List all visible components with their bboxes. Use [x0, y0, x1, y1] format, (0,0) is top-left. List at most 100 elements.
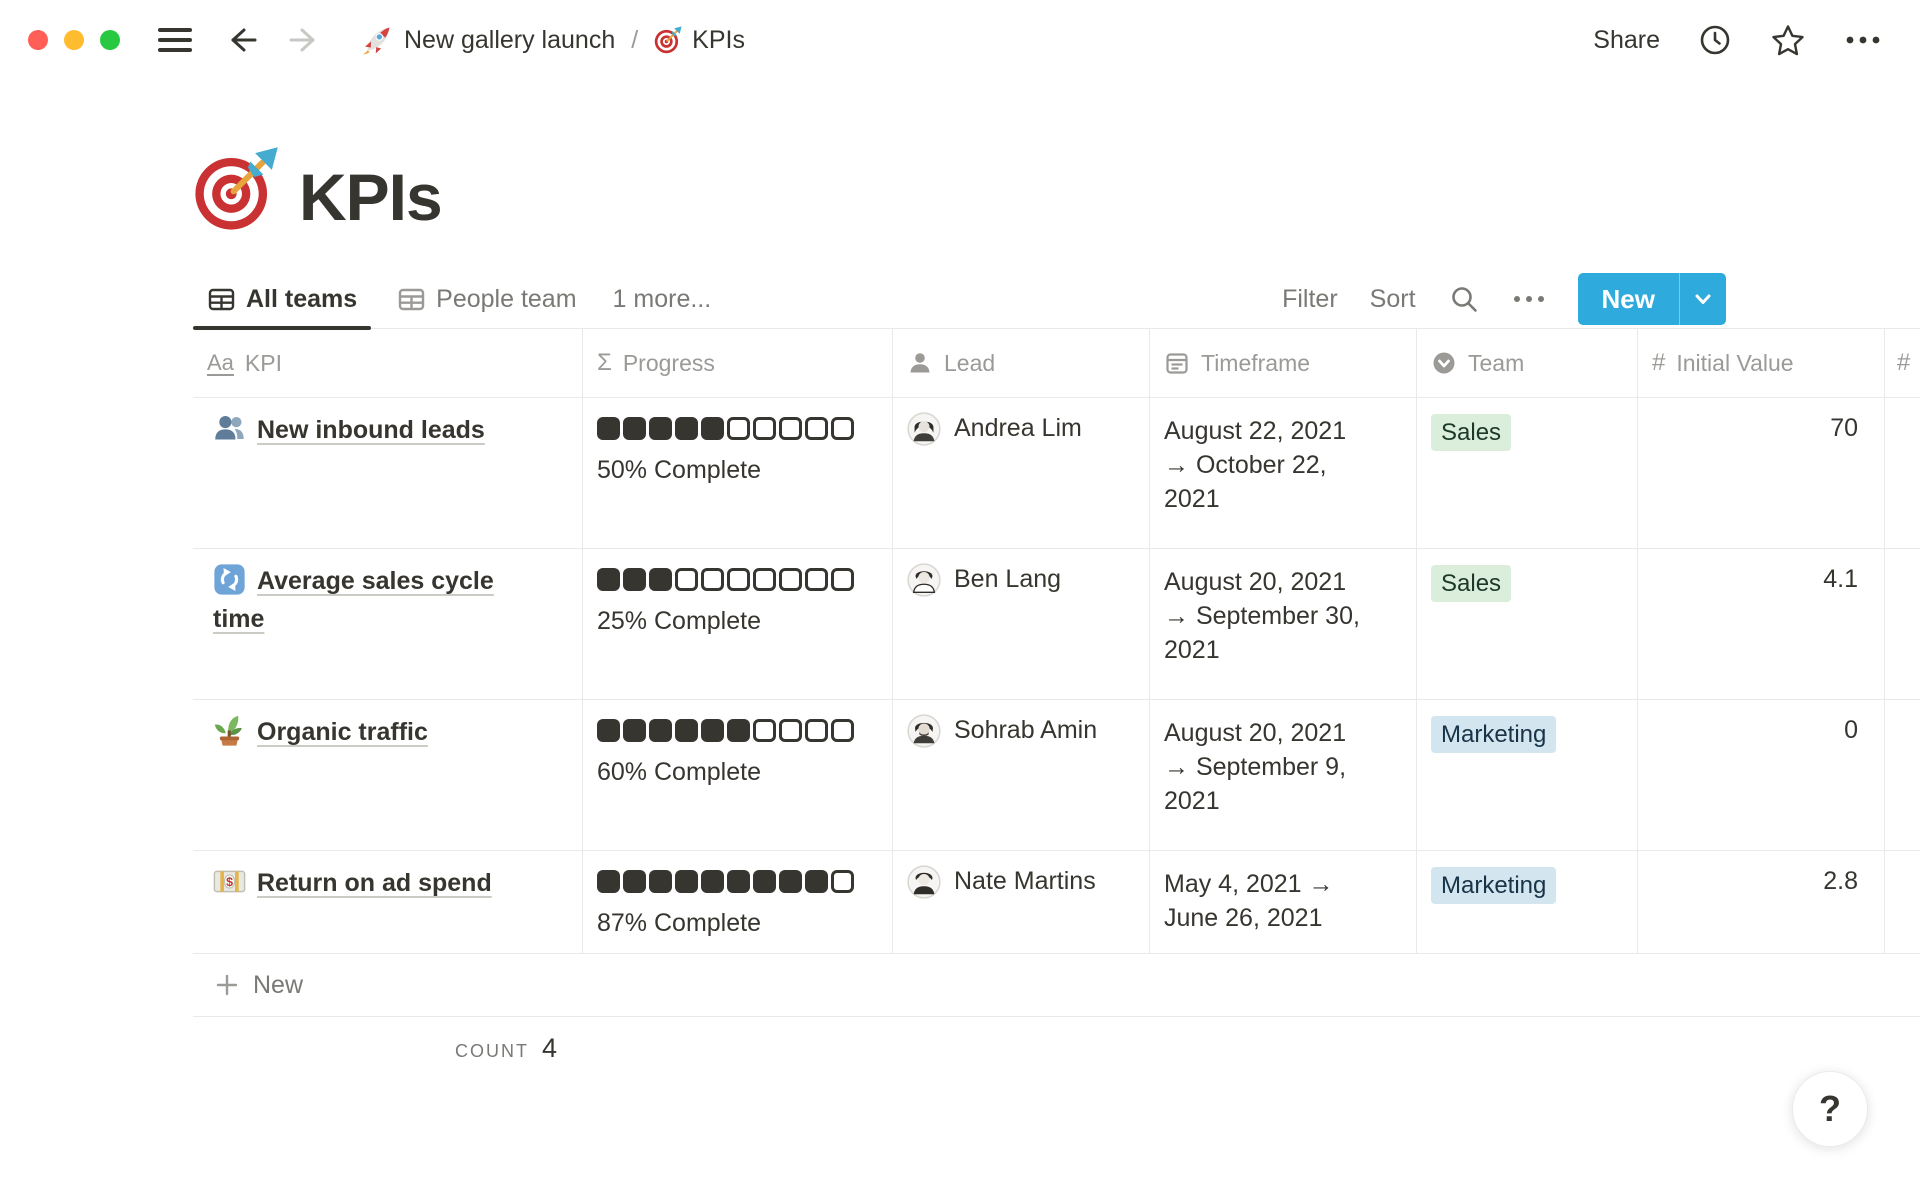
- view-tab-label: All teams: [246, 285, 357, 314]
- kpi-page-link[interactable]: Average sales cycle time: [213, 567, 494, 633]
- empty-cell[interactable]: [1885, 398, 1920, 548]
- traffic-lights: [28, 30, 120, 50]
- team-cell[interactable]: Marketing: [1417, 700, 1638, 850]
- kpi-page-link[interactable]: New inbound leads: [257, 416, 485, 444]
- filter-button[interactable]: Filter: [1282, 285, 1338, 314]
- progress-squares: [597, 870, 878, 893]
- kpi-cell[interactable]: Average sales cycle time: [193, 549, 583, 699]
- select-icon: [1431, 350, 1457, 376]
- team-cell[interactable]: Sales: [1417, 549, 1638, 699]
- kpi-page-link[interactable]: Organic traffic: [257, 718, 428, 746]
- minimize-window-button[interactable]: [64, 30, 84, 50]
- empty-cell[interactable]: [1885, 700, 1920, 850]
- column-header-partial[interactable]: # #: [1885, 329, 1920, 397]
- page-title[interactable]: KPIs: [299, 163, 442, 232]
- share-button[interactable]: Share: [1593, 26, 1660, 55]
- initial-value-cell[interactable]: 70: [1638, 398, 1885, 548]
- progress-squares: [597, 417, 878, 440]
- column-header-lead[interactable]: Lead: [893, 329, 1150, 397]
- column-header-progress[interactable]: Σ Progress: [583, 329, 893, 397]
- favorite-star-icon[interactable]: [1770, 22, 1806, 58]
- table-footer: COUNT 4: [193, 1017, 583, 1064]
- empty-cell[interactable]: [1885, 851, 1920, 953]
- kpi-cell[interactable]: $ Return on ad spend: [193, 851, 583, 953]
- lead-cell[interactable]: Nate Martins: [893, 851, 1150, 953]
- progress-squares: [597, 568, 878, 591]
- window-topbar: New gallery launch / KPIs Share: [0, 0, 1920, 80]
- breadcrumb-label: New gallery launch: [404, 26, 615, 55]
- text-icon: Aa: [207, 352, 234, 374]
- new-record-button[interactable]: New: [1578, 273, 1726, 325]
- target-emoji[interactable]: [193, 146, 279, 232]
- column-header-timeframe[interactable]: Timeframe: [1150, 329, 1417, 397]
- count-label[interactable]: COUNT: [455, 1041, 529, 1062]
- add-row-label: New: [253, 971, 303, 1000]
- progress-squares: [597, 719, 878, 742]
- search-icon[interactable]: [1448, 283, 1480, 315]
- views-bar: All teams People team 1 more... Filter S…: [193, 270, 1920, 329]
- lead-name: Andrea Lim: [954, 414, 1082, 443]
- notion-window: { "topbar": { "breadcrumb": { "items": […: [0, 0, 1920, 1200]
- more-options-icon[interactable]: [1844, 34, 1882, 46]
- target-emoji: [654, 26, 682, 54]
- initial-value-cell[interactable]: 0: [1638, 700, 1885, 850]
- kpi-page-link[interactable]: Return on ad spend: [257, 869, 492, 897]
- table-row: New inbound leads 50% Complete Andrea Li…: [193, 398, 1920, 549]
- initial-value-cell[interactable]: 4.1: [1638, 549, 1885, 699]
- breadcrumb-item-parent[interactable]: New gallery launch: [362, 24, 615, 56]
- forward-arrow-icon[interactable]: [286, 22, 322, 58]
- sort-button[interactable]: Sort: [1370, 285, 1416, 314]
- kpi-cell[interactable]: New inbound leads: [193, 398, 583, 548]
- plus-icon: [215, 973, 239, 997]
- lead-cell[interactable]: Sohrab Amin: [893, 700, 1150, 850]
- team-badge: Sales: [1431, 565, 1511, 602]
- kpi-cell[interactable]: Organic traffic: [193, 700, 583, 850]
- team-cell[interactable]: Marketing: [1417, 851, 1638, 953]
- close-window-button[interactable]: [28, 30, 48, 50]
- more-views-link[interactable]: 1 more...: [613, 285, 712, 314]
- new-record-button-label: New: [1578, 273, 1679, 325]
- plant-emoji: [213, 714, 246, 747]
- number-icon: #: [1897, 351, 1910, 375]
- initial-value-cell[interactable]: 2.8: [1638, 851, 1885, 953]
- kpi-table: Aa KPI Σ Progress Lead Timeframe: [193, 329, 1920, 1064]
- lead-cell[interactable]: Ben Lang: [893, 549, 1150, 699]
- updates-clock-icon[interactable]: [1698, 23, 1732, 57]
- team-badge: Marketing: [1431, 716, 1556, 753]
- progress-cell[interactable]: 60% Complete: [583, 700, 893, 850]
- team-cell[interactable]: Sales: [1417, 398, 1638, 548]
- timeframe-cell[interactable]: August 20, 2021 → September 9, 2021: [1150, 700, 1417, 850]
- breadcrumb: New gallery launch / KPIs: [362, 24, 745, 56]
- column-header-kpi[interactable]: Aa KPI: [193, 329, 583, 397]
- avatar: [907, 714, 941, 748]
- avatar: [907, 563, 941, 597]
- timeframe-cell[interactable]: August 22, 2021 → October 22, 2021: [1150, 398, 1417, 548]
- view-tab-people-team[interactable]: People team: [383, 270, 590, 328]
- help-button[interactable]: ?: [1792, 1071, 1868, 1147]
- timeframe-cell[interactable]: May 4, 2021 → June 26, 2021: [1150, 851, 1417, 953]
- empty-cell[interactable]: [1885, 549, 1920, 699]
- zoom-window-button[interactable]: [100, 30, 120, 50]
- progress-cell[interactable]: 87% Complete: [583, 851, 893, 953]
- column-header-initial-value[interactable]: # Initial Value: [1638, 329, 1885, 397]
- column-header-team[interactable]: Team: [1417, 329, 1638, 397]
- lead-name: Ben Lang: [954, 565, 1061, 594]
- number-icon: #: [1652, 351, 1665, 375]
- team-badge: Sales: [1431, 414, 1511, 451]
- view-tab-all-teams[interactable]: All teams: [193, 270, 371, 328]
- arrows-emoji: [213, 563, 246, 596]
- new-record-dropdown[interactable]: [1680, 273, 1726, 325]
- view-options-icon[interactable]: [1512, 294, 1546, 304]
- progress-label: 60% Complete: [597, 758, 878, 787]
- table-row: Organic traffic 60% Complete Sohrab Amin…: [193, 700, 1920, 851]
- progress-cell[interactable]: 25% Complete: [583, 549, 893, 699]
- lead-cell[interactable]: Andrea Lim: [893, 398, 1150, 548]
- back-arrow-icon[interactable]: [224, 22, 260, 58]
- svg-text:$: $: [226, 875, 233, 889]
- sidebar-menu-icon[interactable]: [158, 28, 192, 52]
- breadcrumb-item-current[interactable]: KPIs: [654, 26, 745, 55]
- table-header-row: Aa KPI Σ Progress Lead Timeframe: [193, 329, 1920, 398]
- timeframe-cell[interactable]: August 20, 2021 → September 30, 2021: [1150, 549, 1417, 699]
- add-row-button[interactable]: New: [193, 954, 1920, 1017]
- progress-cell[interactable]: 50% Complete: [583, 398, 893, 548]
